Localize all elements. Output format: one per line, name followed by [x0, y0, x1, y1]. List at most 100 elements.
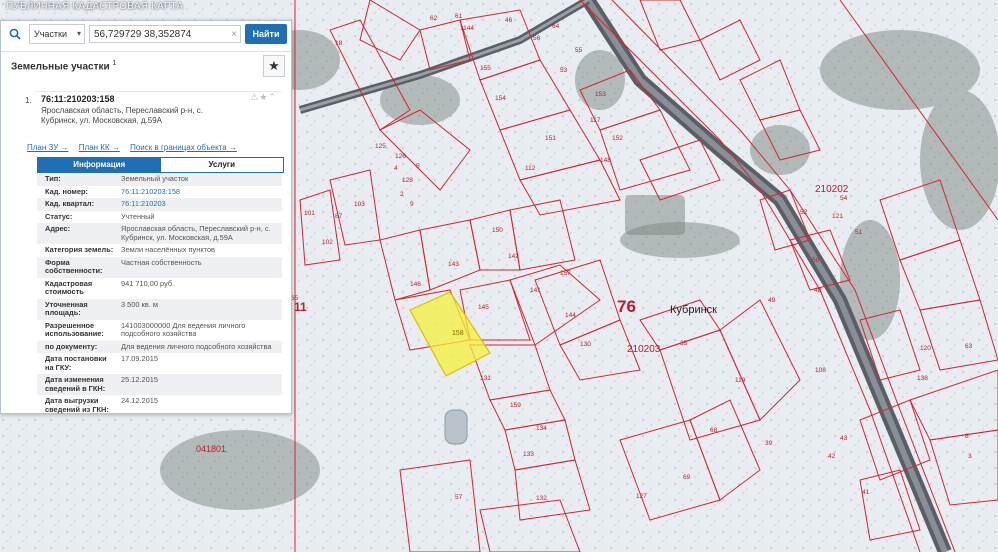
result-index: 1. — [25, 96, 32, 105]
card-controls: ⚠★⌃ — [250, 92, 277, 103]
info-value: 17.09.2015 — [121, 354, 158, 363]
parcel-number: 8 — [965, 433, 969, 440]
info-label: Дата выгрузки сведений из ГКН: — [45, 396, 109, 414]
info-value: 3 500 кв. м — [121, 299, 158, 309]
pond-area — [625, 195, 685, 235]
parcel-number: 39 — [765, 440, 773, 447]
parcel-number: 53 — [560, 67, 568, 74]
info-row: Адрес: Ярославская область, Переславский … — [37, 223, 282, 244]
parcel-number: 52 — [800, 209, 808, 216]
object-type-select[interactable]: Участки ▾ — [29, 24, 85, 44]
info-label: Дата постановки на ГКУ: — [45, 354, 107, 372]
info-row: Кадастровая стоимость 941 710,00 руб. — [37, 278, 282, 299]
parcel-number: 141 — [530, 287, 541, 294]
parcel-number: 127 — [636, 493, 647, 500]
app-title: ПУБЛИЧНАЯ КАДАСТРОВАЯ КАРТА — [6, 1, 184, 12]
parcel-number: 102 — [322, 239, 333, 246]
parcel-number: 57 — [455, 494, 463, 501]
info-table: Тип: Земельный участок Кад. номер: 76:11:21… — [37, 173, 282, 416]
plan-kk-link[interactable]: План КК → — [79, 143, 120, 152]
info-value: 941 710,00 руб. — [121, 278, 175, 288]
info-row: Статус: Учтенный — [37, 211, 282, 224]
parcel-number: 126 — [395, 153, 406, 160]
parcel-number: 131 — [480, 375, 491, 382]
parcel-number: 157 — [560, 270, 571, 277]
parcel-number: 41 — [862, 489, 870, 496]
tab-services[interactable]: Услуги — [160, 158, 283, 172]
info-row: Кад. квартал: 76:11:210203 — [37, 198, 282, 211]
parcel-number: 65 — [291, 295, 299, 302]
info-value[interactable]: 76:11:210203 — [117, 198, 282, 211]
parcel-number: 103 — [354, 201, 365, 208]
parcel-number: 64 — [552, 23, 560, 30]
coordinates-value: 56,729729 38,352874 — [94, 29, 192, 40]
parcel-number: 48 — [814, 287, 822, 294]
info-label: по документу: — [45, 341, 98, 351]
chevron-up-icon[interactable]: ⌃ — [268, 92, 277, 102]
parcel-number: 155 — [480, 65, 491, 72]
parcel-number: 4 — [394, 165, 398, 172]
parcel-number: 54 — [840, 195, 848, 202]
parcel-number: 9 — [410, 201, 414, 208]
district-number-11: 11 — [294, 300, 307, 314]
coordinates-input[interactable]: 56,729729 38,352874 × — [89, 25, 241, 43]
parcel-number: 152 — [612, 135, 623, 142]
parcel-number: 61 — [455, 13, 463, 20]
address-line: Кубринск, ул. Московская, д.59А — [41, 116, 162, 125]
district-number-76: 76 — [617, 297, 636, 316]
panel-title-text: Земельные участки — [11, 61, 110, 73]
panel-title: Земельные участки 1 — [11, 60, 116, 72]
info-label: Статус: — [45, 211, 73, 221]
parcel-number: 68 — [710, 427, 718, 434]
favorite-button[interactable]: ★ — [263, 55, 285, 77]
parcel-number: 134 — [536, 425, 547, 432]
highlighted-parcel-label: 158 — [452, 330, 464, 337]
parcel-number: 43 — [840, 435, 848, 442]
result-card[interactable]: 1. 76:11:210203:158 ⚠★⌃ Ярославская обла… — [25, 91, 281, 125]
info-value: Земли населённых пунктов — [121, 245, 215, 254]
parcel-number: 1144 — [460, 25, 474, 32]
parcel-number: 119 — [735, 377, 746, 384]
info-value: Ярославская область, Переславский р-н, с… — [121, 224, 271, 242]
info-row: Дата выгрузки сведений из ГКН: 24.12.2015 — [37, 395, 282, 416]
result-links: План ЗУ → План КК → Поиск в границах объ… — [27, 143, 245, 152]
parcel-number: 108 — [815, 367, 826, 374]
parcel-number: 120 — [920, 345, 931, 352]
clear-icon[interactable]: × — [231, 26, 237, 44]
parcel-number: 142 — [508, 253, 519, 260]
chevron-down-icon: ▾ — [76, 29, 81, 38]
search-icon[interactable] — [5, 24, 25, 44]
parcel-number: 63 — [965, 343, 973, 350]
parcel-number: 143 — [448, 261, 459, 268]
tab-information[interactable]: Информация — [38, 158, 161, 172]
info-row: Уточненная площадь: 3 500 кв. м — [37, 298, 282, 320]
warning-icon[interactable]: ⚠ — [250, 92, 259, 102]
info-label: Уточненная площадь: — [45, 299, 88, 317]
find-button[interactable]: Найти — [245, 24, 287, 44]
parcel-number: 35 — [680, 340, 688, 347]
info-label: Дата изменения сведений в ГКН: — [45, 375, 106, 393]
cadastral-number[interactable]: 76:11:210203:158 — [41, 94, 115, 104]
parcel-number: 138 — [917, 375, 928, 382]
info-label: Форма собственности: — [45, 257, 103, 275]
parcel-number: 42 — [828, 453, 836, 460]
parcel-number: 145 — [478, 304, 489, 311]
search-bar: Участки ▾ 56,729729 38,352874 × Найти — [1, 21, 291, 47]
parcel-number: 159 — [510, 402, 521, 409]
info-value: Частная собственность — [121, 257, 202, 267]
plan-zu-link[interactable]: План ЗУ → — [27, 143, 69, 152]
object-type-label: Участки — [34, 29, 67, 39]
info-row: Форма собственности: Частная собственност… — [37, 256, 282, 278]
parcel-number: 50 — [812, 257, 820, 264]
parcel-number: 49 — [768, 297, 776, 304]
parcel-number: 133 — [523, 451, 534, 458]
info-label: Тип: — [45, 174, 61, 183]
info-value: Для ведения личного подсобного хозяйства — [121, 341, 272, 351]
result-address: Ярославская область, Переславский р-н, с… — [41, 106, 271, 126]
search-in-bounds-link[interactable]: Поиск в границах объекта → — [130, 143, 237, 152]
info-label: Кадастровая стоимость — [45, 278, 93, 296]
parcel-number: 69 — [683, 474, 691, 481]
info-value: 141003000000 Для ведения личного подсобн… — [121, 320, 246, 338]
info-value[interactable]: 76:11:210203:158 — [117, 186, 282, 199]
panel-header: Земельные участки 1 ★ — [1, 51, 291, 80]
